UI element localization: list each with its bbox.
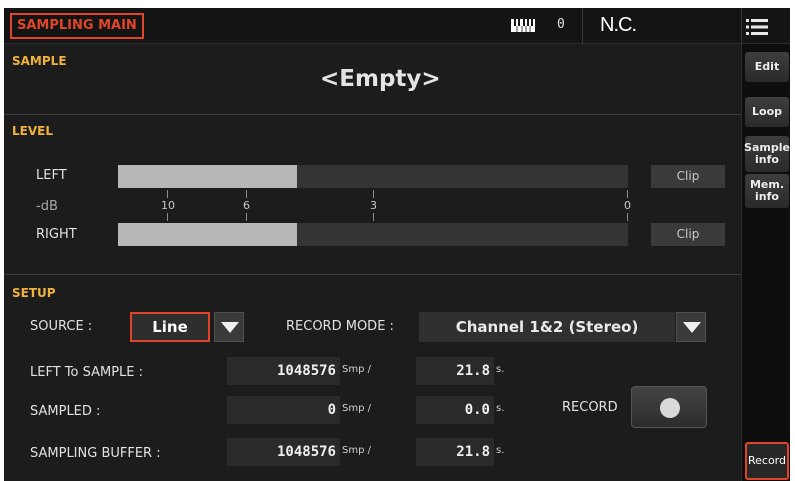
record-label: RECORD (562, 400, 618, 415)
record-mode-label: RECORD MODE : (286, 319, 394, 334)
record-button[interactable] (631, 386, 707, 428)
record-dot-icon (660, 398, 680, 418)
scale-label-6: 6 (243, 199, 250, 212)
sampling-buffer-seconds: 21.8 (416, 438, 494, 466)
sampled-label: SAMPLED : (30, 404, 101, 419)
left-level-fill (118, 165, 297, 188)
side-tabs: Edit Loop Sample info Mem. info Record (741, 44, 790, 481)
page-title[interactable]: SAMPLING MAIN (10, 13, 144, 39)
scale-label-10: 10 (161, 199, 175, 212)
left-clip-indicator: Clip (651, 165, 725, 188)
tab-record[interactable]: Record (745, 442, 789, 480)
keyboard-value: 0 (557, 17, 565, 32)
sampled-samples: 0 (227, 396, 340, 424)
right-channel-label: RIGHT (36, 227, 77, 242)
divider (4, 114, 741, 115)
left-to-sample-seconds: 21.8 (416, 357, 494, 385)
scale-tick (373, 190, 374, 198)
smp-unit: Smp / (342, 364, 371, 375)
record-mode-dropdown-button[interactable] (676, 312, 706, 342)
scale-tick (167, 190, 168, 198)
source-select[interactable]: Line (130, 312, 210, 342)
chevron-down-icon (221, 322, 239, 333)
left-to-sample-label: LEFT To SAMPLE : (30, 365, 144, 380)
left-level-meter (118, 165, 628, 188)
sampling-screen: SAMPLING MAIN 0 N.C. Edit Loop Sample in… (4, 8, 790, 481)
tab-edit[interactable]: Edit (745, 52, 789, 82)
sec-unit: s. (496, 364, 505, 375)
scale-tick (246, 213, 247, 221)
scale-tick (627, 213, 628, 221)
menu-icon[interactable] (746, 18, 768, 36)
db-label: -dB (36, 199, 58, 214)
scale-label-3: 3 (370, 199, 377, 212)
sampling-buffer-label: SAMPLING BUFFER : (30, 446, 161, 461)
scale-label-0: 0 (624, 199, 631, 212)
scale-tick (627, 190, 628, 198)
chevron-down-icon (683, 322, 701, 333)
tab-mem-info[interactable]: Mem. info (745, 174, 789, 208)
left-to-sample-samples: 1048576 (227, 357, 340, 385)
divider (582, 8, 583, 44)
sec-unit: s. (496, 445, 505, 456)
record-mode-select[interactable]: Channel 1&2 (Stereo) (419, 312, 675, 342)
sec-unit: s. (496, 403, 505, 414)
sample-name: <Empty> (320, 66, 441, 92)
smp-unit: Smp / (342, 403, 371, 414)
setup-section-label: SETUP (12, 286, 56, 300)
keyboard-icon (511, 19, 535, 32)
divider (4, 274, 741, 275)
level-section-label: LEVEL (12, 124, 53, 138)
right-level-meter (118, 223, 628, 246)
top-bar: SAMPLING MAIN 0 N.C. (4, 8, 790, 44)
scale-tick (373, 213, 374, 221)
sampling-buffer-samples: 1048576 (227, 438, 340, 466)
right-clip-indicator: Clip (651, 223, 725, 246)
tab-sample-info[interactable]: Sample info (744, 136, 790, 172)
source-label: SOURCE : (30, 319, 93, 334)
sample-section-label: SAMPLE (12, 54, 67, 68)
left-channel-label: LEFT (36, 168, 67, 183)
source-dropdown-button[interactable] (214, 312, 244, 342)
scale-tick (246, 190, 247, 198)
tab-loop[interactable]: Loop (745, 97, 789, 127)
scale-tick (167, 213, 168, 221)
chord-display: N.C. (600, 14, 637, 36)
smp-unit: Smp / (342, 445, 371, 456)
sampled-seconds: 0.0 (416, 396, 494, 424)
right-level-fill (118, 223, 297, 246)
divider (741, 8, 742, 44)
